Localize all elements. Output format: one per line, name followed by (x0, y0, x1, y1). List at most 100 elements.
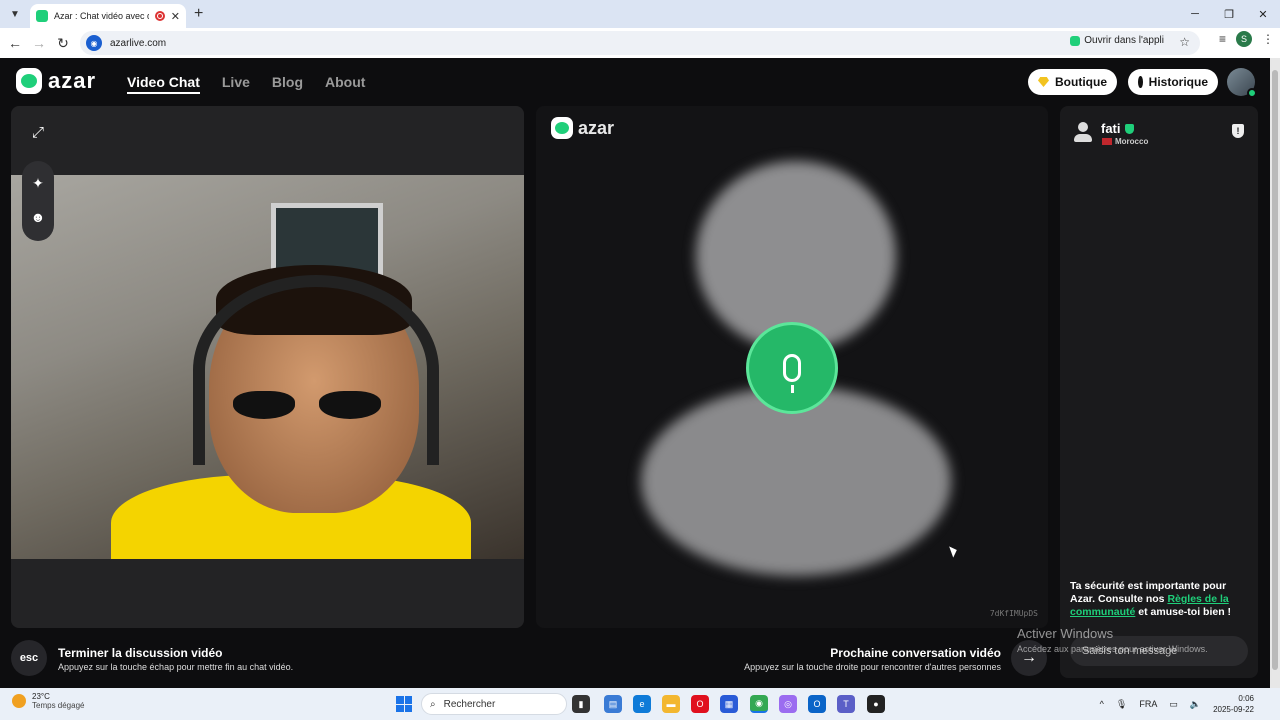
peer-avatar-icon (1074, 122, 1092, 142)
azar-app-icon (1070, 35, 1081, 46)
placeholder-body (641, 386, 951, 576)
chat-panel: fati Morocco ! Ta sécurité est important… (1060, 106, 1258, 678)
site-info-icon[interactable]: ◉ (86, 35, 102, 51)
edge-icon[interactable]: e (633, 695, 651, 713)
boutique-label: Boutique (1055, 75, 1107, 89)
chat-message-input[interactable] (1070, 636, 1248, 666)
local-video-panel: ⤢ ✦ ☻ (11, 106, 524, 628)
end-chat-esc-button[interactable]: esc (11, 640, 47, 676)
remote-session-id: 7dKfIMUpDS (989, 609, 1038, 618)
window-controls: ─ ❐ ✕ (1178, 0, 1280, 28)
taskbar-clock[interactable]: 0:06 2025-09-22 (1213, 693, 1254, 715)
windows-start-icon[interactable] (396, 696, 412, 712)
window-close-icon[interactable]: ✕ (1246, 0, 1280, 28)
search-icon: ⌕ (430, 698, 436, 710)
next-chat-hint: Appuyez sur la touche droite pour rencon… (744, 662, 1001, 672)
bookmark-star-icon[interactable]: ☆ (1179, 35, 1190, 49)
address-bar[interactable]: ◉ azarlive.com Ouvrir dans l'appli ☆ (80, 31, 1200, 55)
user-avatar[interactable] (1227, 68, 1257, 98)
recording-icon (154, 11, 165, 21)
browser-tab[interactable]: Azar : Chat vidéo avec de n ✕ (30, 4, 186, 28)
sparkle-effects-icon[interactable]: ✦ (22, 167, 54, 199)
nav-video-chat[interactable]: Video Chat (127, 74, 200, 94)
weather-widget[interactable]: 23°C Temps dégagé (12, 692, 84, 710)
peer-country-text: Morocco (1115, 137, 1149, 146)
back-arrow-icon[interactable]: ← (3, 31, 27, 55)
report-shield-icon[interactable]: ! (1232, 124, 1244, 138)
sunglasses (233, 391, 383, 419)
nav-blog[interactable]: Blog (272, 74, 303, 94)
app-icon[interactable]: ◎ (779, 695, 797, 713)
azar-watermark-icon (551, 117, 573, 139)
browser-toolbar: ← → ↻ ◉ azarlive.com Ouvrir dans l'appli… (0, 28, 1280, 58)
language-indicator[interactable]: FRA (1139, 699, 1157, 709)
taskbar-search-label: Rechercher (443, 698, 496, 710)
verified-shield-icon (1124, 123, 1134, 134)
scrollbar-thumb[interactable] (1272, 70, 1278, 670)
media-controls-icon[interactable]: ≡ (1219, 32, 1226, 46)
widgets-icon[interactable]: ▤ (604, 695, 622, 713)
next-chat-arrow-icon[interactable]: → (1011, 640, 1047, 676)
safety-notice: Ta sécurité est importante pour Azar. Co… (1070, 580, 1250, 619)
network-icon[interactable]: ▭ (1169, 699, 1178, 710)
clock-icon (1138, 76, 1143, 88)
maximize-icon[interactable]: ❐ (1212, 0, 1246, 28)
recorder-icon[interactable]: ● (867, 695, 885, 713)
peer-country: Morocco (1102, 137, 1148, 146)
store-icon[interactable]: ▦ (720, 695, 738, 713)
face-mask-icon[interactable]: ☻ (22, 201, 54, 233)
volume-icon[interactable]: 🔈 (1190, 699, 1201, 710)
opera-icon[interactable]: O (691, 695, 709, 713)
teams-icon[interactable]: T (837, 695, 855, 713)
forward-arrow-icon[interactable]: → (27, 31, 51, 55)
main-nav: Video Chat Live Blog About (127, 74, 365, 94)
new-tab-plus-icon[interactable]: + (194, 5, 203, 23)
peer-name-text: fati (1101, 121, 1121, 136)
outlook-icon[interactable]: O (808, 695, 826, 713)
nav-live[interactable]: Live (222, 74, 250, 94)
browser-tab-bar: ▼ Azar : Chat vidéo avec de n ✕ + ─ ❐ ✕ (0, 0, 1280, 28)
azar-watermark-text: azar (578, 117, 615, 138)
headphones (193, 275, 439, 465)
gem-icon (1038, 77, 1049, 87)
microphone-icon (746, 322, 838, 414)
temperature: 23°C (32, 692, 50, 701)
next-chat-title: Prochaine conversation vidéo (830, 646, 1001, 660)
weather-condition: Temps dégagé (32, 701, 85, 710)
file-explorer-icon[interactable]: ▬ (662, 695, 680, 713)
tray-chevron-icon[interactable]: ^ (1100, 699, 1104, 709)
azar-logo[interactable]: azar (16, 68, 96, 94)
menu-kebab-icon[interactable]: ⋮ (1262, 32, 1274, 46)
azar-logo-text: azar (48, 68, 97, 93)
open-in-app-button[interactable]: Ouvrir dans l'appli (1070, 35, 1164, 46)
tab-close-icon[interactable]: ✕ (171, 10, 180, 23)
azar-app: azar Video Chat Live Blog About Boutique… (0, 58, 1270, 688)
weather-moon-icon (12, 694, 26, 708)
tab-list-chevron-icon[interactable]: ▼ (4, 3, 26, 25)
toolbar-right-icons: ≡ S ⋮ (1219, 31, 1274, 47)
end-chat-title: Terminer la discussion vidéo (58, 646, 223, 660)
azar-favicon-icon (36, 10, 48, 22)
page-scrollbar[interactable] (1270, 58, 1280, 688)
chrome-icon[interactable]: ◉ (750, 695, 768, 713)
nav-about[interactable]: About (325, 74, 365, 94)
boutique-button[interactable]: Boutique (1028, 69, 1117, 95)
local-camera-feed (11, 175, 524, 559)
clock-date: 2025-09-22 (1213, 705, 1254, 714)
minimize-icon[interactable]: ─ (1178, 0, 1212, 28)
clock-time: 0:06 (1238, 694, 1254, 703)
historique-label: Historique (1148, 75, 1208, 89)
morocco-flag-icon (1102, 138, 1112, 145)
historique-button[interactable]: Historique (1128, 69, 1218, 95)
peer-name: fati (1101, 121, 1134, 136)
effect-tools: ✦ ☻ (22, 161, 54, 241)
tab-title: Azar : Chat vidéo avec de n (54, 11, 149, 21)
expand-icon[interactable]: ⤢ (22, 116, 54, 148)
profile-avatar-icon[interactable]: S (1236, 31, 1252, 47)
safety-text-end: et amuse-toi bien ! (1135, 606, 1232, 618)
windows-taskbar: 23°C Temps dégagé ⌕ Rechercher ▮ ▤ e ▬ O… (0, 688, 1280, 720)
reload-icon[interactable]: ↻ (51, 31, 75, 55)
taskbar-search[interactable]: ⌕ Rechercher (421, 693, 567, 715)
task-view-icon[interactable]: ▮ (572, 695, 590, 713)
tray-mic-icon[interactable]: 🎙 (1116, 699, 1127, 710)
